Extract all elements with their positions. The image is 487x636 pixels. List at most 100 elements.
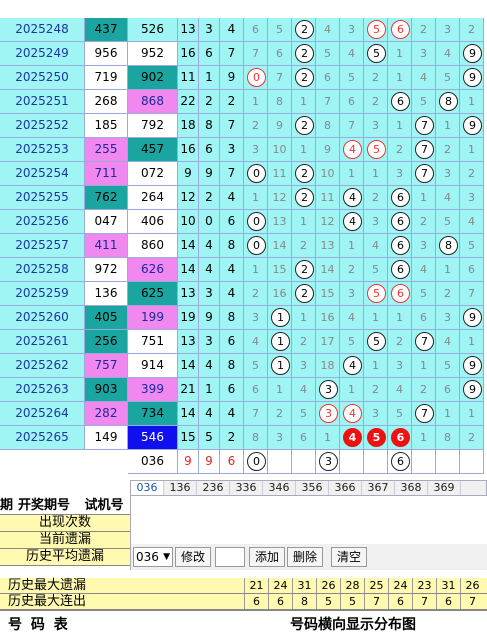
bottom-stat-value: 6 [268, 594, 292, 609]
tab-346[interactable]: 346 [263, 481, 296, 495]
bottom-stat-row: 历史最大遗漏 21 24 31 26 28 25 24 23 31 26 [0, 578, 487, 594]
dist-cell: 15 [268, 258, 292, 282]
stat-cell: 3 [199, 18, 220, 42]
summary-test-number: 036 [128, 450, 178, 474]
number-ball: 8 [439, 236, 458, 255]
dist-cell: 3 [340, 282, 364, 306]
number-ball: 8 [439, 92, 458, 111]
summary-dist-cell [340, 450, 364, 474]
period-cell: 2025248 [0, 18, 85, 42]
stat-cell: 13 [178, 18, 199, 42]
tab-336[interactable]: 336 [230, 481, 263, 495]
number-ball: 2 [295, 68, 314, 87]
dist-cell: 1 [268, 378, 292, 402]
period-cell: 2025259 [0, 282, 85, 306]
edit-button[interactable]: 修改 [175, 547, 211, 567]
stat-cell: 4 [199, 354, 220, 378]
dist-cell: 7 [268, 66, 292, 90]
period-cell: 2025261 [0, 330, 85, 354]
dist-cell: 2 [388, 138, 412, 162]
dist-cell: 3 [364, 114, 388, 138]
dist-cell: 4 [340, 42, 364, 66]
table-row: 2025252 185 792 18 8 7 2 9 2 8 7 3 1 7 1 9 [0, 114, 487, 138]
number-ball: 9 [463, 116, 482, 135]
dist-cell: 2 [364, 66, 388, 90]
table-row: 2025259 136 625 13 3 4 2 16 2 15 3 5 6 5 2 7 [0, 282, 487, 306]
dist-cell: 5 [364, 42, 388, 66]
draw-number-cell: 256 [85, 330, 128, 354]
stat-cell: 21 [178, 378, 199, 402]
dist-cell: 1 [436, 114, 460, 138]
dist-cell: 2 [460, 18, 484, 42]
period-cell: 2025256 [0, 210, 85, 234]
dist-cell: 2 [292, 66, 316, 90]
test-number-cell: 072 [128, 162, 178, 186]
draw-number-cell: 185 [85, 114, 128, 138]
test-number-label: 试机号 [84, 498, 124, 513]
add-button[interactable]: 添加 [249, 547, 285, 567]
dist-cell: 4 [340, 306, 364, 330]
dist-cell: 4 [364, 234, 388, 258]
bottom-stat-value: 24 [268, 578, 292, 593]
period-cell: 2025250 [0, 66, 85, 90]
stat-cell: 1 [199, 66, 220, 90]
dist-cell: 1 [412, 426, 436, 450]
tab-368[interactable]: 368 [395, 481, 428, 495]
dist-cell: 3 [244, 138, 268, 162]
dist-cell: 6 [388, 186, 412, 210]
test-number-cell: 264 [128, 186, 178, 210]
period-cell: 2025254 [0, 162, 85, 186]
number-ball: 6 [391, 92, 410, 111]
test-number-cell: 526 [128, 18, 178, 42]
dist-cell: 8 [244, 426, 268, 450]
dist-cell: 7 [412, 330, 436, 354]
stat-cell: 6 [199, 42, 220, 66]
table-row: 2025264 282 734 14 4 4 7 2 5 3 4 3 5 7 1 1 [0, 402, 487, 426]
summary-dist-cell [364, 450, 388, 474]
bottom-stat-value: 6 [436, 594, 460, 609]
draw-number-cell: 411 [85, 234, 128, 258]
clear-button[interactable]: 清空 [331, 547, 367, 567]
dist-cell: 1 [412, 354, 436, 378]
tab-367[interactable]: 367 [362, 481, 395, 495]
dist-cell: 4 [436, 42, 460, 66]
period-cell: 2025249 [0, 42, 85, 66]
dist-cell: 0 [244, 210, 268, 234]
dist-cell: 2 [412, 18, 436, 42]
tab-356[interactable]: 356 [296, 481, 329, 495]
combo-select[interactable]: 036 ▼ [133, 547, 173, 567]
stat-cell: 8 [220, 354, 244, 378]
dist-cell: 4 [340, 354, 364, 378]
tab-236[interactable]: 236 [197, 481, 230, 495]
stat-cell: 4 [220, 18, 244, 42]
tab-036[interactable]: 036 [131, 481, 164, 495]
dist-cell: 7 [412, 402, 436, 426]
dist-cell: 1 [460, 90, 484, 114]
stat-cell: 9 [199, 306, 220, 330]
dist-cell: 14 [268, 234, 292, 258]
delete-button[interactable]: 删除 [287, 547, 323, 567]
number-ball: 0 [247, 452, 266, 471]
table-row: 2025251 268 868 22 2 2 1 8 1 7 6 2 6 5 8 1 [0, 90, 487, 114]
table-row: 2025255 762 264 12 2 4 1 12 2 11 4 2 6 1 4 3 [0, 186, 487, 210]
test-number-cell: 406 [128, 210, 178, 234]
stat-cell: 15 [178, 426, 199, 450]
number-ball: 5 [367, 44, 386, 63]
appear-count-label: 出现次数 [0, 515, 130, 532]
dist-cell: 10 [316, 162, 340, 186]
stat-cell: 7 [220, 162, 244, 186]
bottom-stat-value: 5 [340, 594, 364, 609]
number-ball: 6 [391, 428, 410, 447]
tab-136[interactable]: 136 [164, 481, 197, 495]
combo-input[interactable] [215, 547, 245, 567]
bottom-stat-value: 7 [412, 594, 436, 609]
tab-366[interactable]: 366 [329, 481, 362, 495]
number-ball: 5 [367, 428, 386, 447]
tab-369[interactable]: 369 [428, 481, 461, 495]
combo-tabs[interactable]: 036 136 236 336 346 356 366 367 368 369 [130, 480, 487, 496]
number-table-label: 号 码 表 [8, 617, 70, 633]
draw-number-cell: 268 [85, 90, 128, 114]
number-ball: 7 [415, 164, 434, 183]
dist-cell: 5 [364, 138, 388, 162]
dist-cell: 6 [388, 426, 412, 450]
